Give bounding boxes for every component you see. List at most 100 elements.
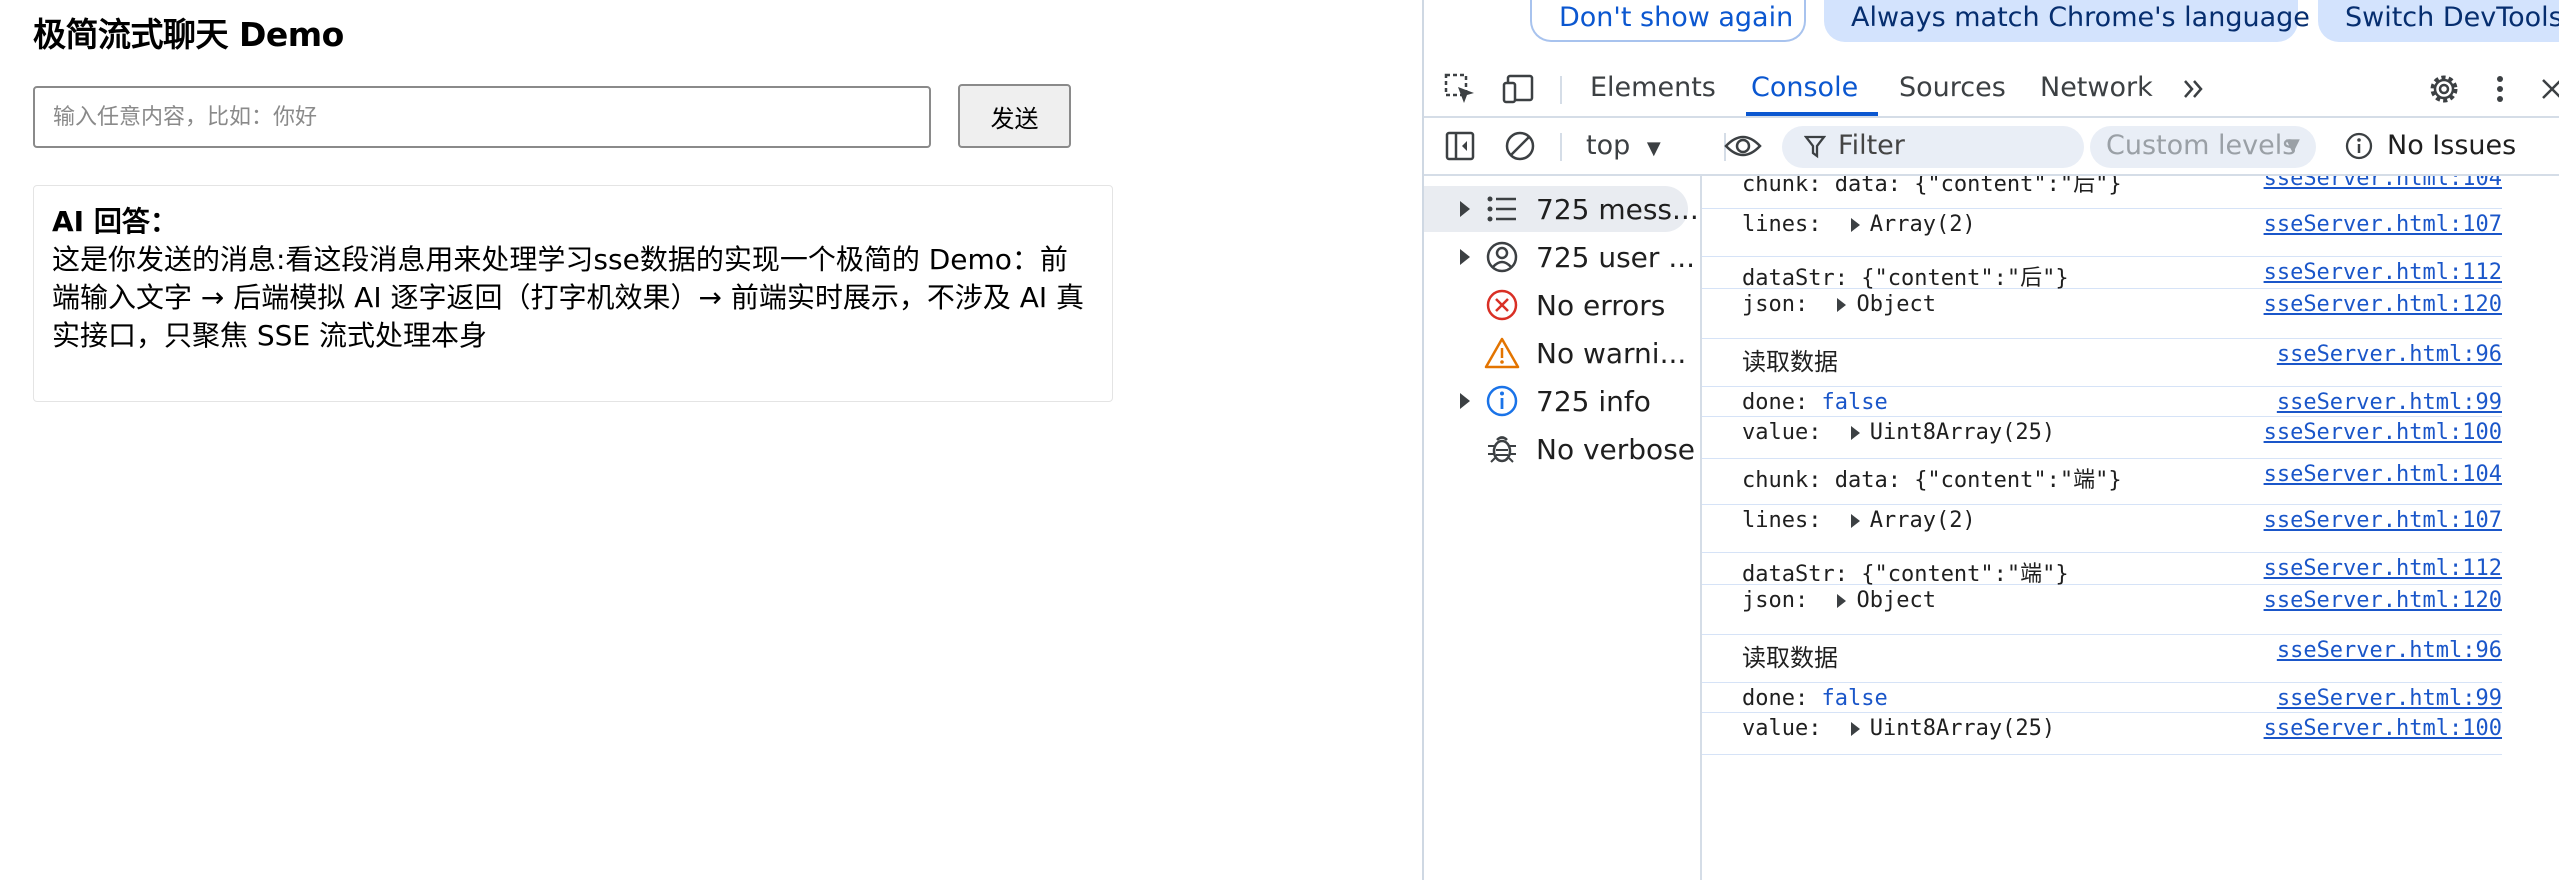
live-expression-eye-icon[interactable] <box>1698 127 1788 165</box>
sidebar-filter-user[interactable]: 725 user ... <box>1424 234 1700 280</box>
console-message-value[interactable]: Object <box>1856 292 1935 317</box>
expand-arrow-icon[interactable] <box>1850 514 1860 528</box>
console-message-text: chunk: data: {"content":"后"} <box>1742 176 2122 198</box>
tab-elements[interactable]: Elements <box>1590 72 1716 103</box>
console-message-text: json: Object <box>1742 292 1936 317</box>
context-selector[interactable]: top ▼ <box>1586 130 1661 161</box>
console-message[interactable]: dataStr: {"content":"后"} sseServer.html:1… <box>1702 256 2502 291</box>
filter-icon <box>1803 135 1827 163</box>
source-link[interactable]: sseServer.html:120 <box>2264 588 2502 613</box>
console-message[interactable]: done: false sseServer.html:99 <box>1702 682 2502 713</box>
always-match-language-button[interactable]: Always match Chrome's language <box>1824 0 2310 42</box>
page-title: 极简流式聊天 Demo <box>33 15 344 54</box>
context-selector-label: top <box>1586 130 1631 161</box>
source-link[interactable]: sseServer.html:107 <box>2264 508 2502 533</box>
sidebar-filter-label: 725 mess... <box>1536 192 1699 226</box>
answer-label: AI 回答： <box>52 205 178 238</box>
source-link[interactable]: sseServer.html:112 <box>2264 556 2502 581</box>
console-message[interactable]: 读取数据 sseServer.html:96 <box>1702 634 2502 683</box>
expand-arrow-icon[interactable] <box>1850 218 1860 232</box>
tab-network[interactable]: Network <box>2040 72 2153 103</box>
settings-gear-icon[interactable] <box>2424 70 2464 108</box>
expand-arrow-icon[interactable] <box>1460 201 1470 217</box>
console-message[interactable]: value: Uint8Array(25) sseServer.html:100 <box>1702 416 2502 459</box>
console-message[interactable]: chunk: data: {"content":"端"} sseServer.ht… <box>1702 458 2502 505</box>
source-link[interactable]: sseServer.html:104 <box>2264 462 2502 487</box>
source-link[interactable]: sseServer.html:96 <box>2277 638 2502 663</box>
console-message-text: lines: Array(2) <box>1742 212 1976 237</box>
console-message-label: chunk: <box>1742 468 1835 493</box>
console-message[interactable]: 读取数据 sseServer.html:96 <box>1702 338 2502 387</box>
console-message-value[interactable]: Object <box>1856 588 1935 613</box>
tab-sources[interactable]: Sources <box>1899 72 2006 103</box>
console-message-value: data: {"content":"端"} <box>1834 468 2122 493</box>
console-message-text: done: false <box>1742 686 1888 711</box>
clear-console-icon[interactable] <box>1500 127 1540 165</box>
console-message-label: done: <box>1742 686 1822 711</box>
tab-console[interactable]: Console <box>1751 72 1858 103</box>
sidebar-filter-info[interactable]: 725 info <box>1424 378 1700 424</box>
expand-arrow-icon[interactable] <box>1850 722 1860 736</box>
sidebar-filter-list[interactable]: 725 mess... <box>1424 186 1699 232</box>
source-link[interactable]: sseServer.html:100 <box>2264 420 2502 445</box>
info-circle-icon[interactable] <box>2339 127 2379 165</box>
expand-arrow-icon[interactable] <box>1460 249 1470 265</box>
message-input[interactable] <box>33 86 931 148</box>
console-message-text: value: Uint8Array(25) <box>1742 420 2055 445</box>
source-link[interactable]: sseServer.html:99 <box>2277 390 2502 415</box>
console-message[interactable]: lines: Array(2) sseServer.html:107 <box>1702 504 2502 553</box>
dont-show-again-button[interactable]: Don't show again <box>1530 0 1806 42</box>
source-link[interactable]: sseServer.html:100 <box>2264 716 2502 741</box>
issues-counter[interactable]: No Issues <box>2387 130 2516 161</box>
console-message[interactable]: json: Object sseServer.html:120 <box>1702 288 2502 339</box>
sidebar-filter-error[interactable]: No errors <box>1424 282 1700 328</box>
console-message-value[interactable]: Array(2) <box>1870 508 1976 533</box>
console-message[interactable]: chunk: data: {"content":"后"} sseServer.ht… <box>1702 176 2502 209</box>
console-message[interactable]: json: Object sseServer.html:120 <box>1702 584 2502 635</box>
send-button[interactable]: 发送 <box>958 84 1071 148</box>
filter-placeholder: Filter <box>1838 130 1905 161</box>
console-message-text: lines: Array(2) <box>1742 508 1976 533</box>
console-message-value[interactable]: Array(2) <box>1870 212 1976 237</box>
user-icon <box>1484 239 1520 275</box>
source-link[interactable]: sseServer.html:112 <box>2264 260 2502 285</box>
console-message-text: chunk: data: {"content":"端"} <box>1742 462 2122 494</box>
console-message-text: 读取数据 <box>1742 638 1838 673</box>
console-message[interactable]: done: false sseServer.html:99 <box>1702 386 2502 417</box>
console-message[interactable]: value: Uint8Array(25) sseServer.html:100 <box>1702 712 2502 755</box>
source-link[interactable]: sseServer.html:99 <box>2277 686 2502 711</box>
more-options-icon[interactable] <box>2480 70 2520 108</box>
console-message-label: chunk: <box>1742 176 1835 197</box>
console-toolbar: top ▼ Filter Custom levels ▼ No Issues <box>1424 118 2559 176</box>
source-link[interactable]: sseServer.html:96 <box>2277 342 2502 367</box>
console-sidebar: 725 mess... 725 user ... No errors No warni… <box>1424 176 1702 880</box>
sidebar-filter-label: No verbose <box>1536 432 1696 466</box>
console-message[interactable]: dataStr: {"content":"端"} sseServer.html:1… <box>1702 552 2502 587</box>
sidebar-toggle-icon[interactable] <box>1440 127 1480 165</box>
switch-devtools-language-button[interactable]: Switch DevTools t <box>2318 0 2559 42</box>
filter-input[interactable]: Filter <box>1782 126 2084 168</box>
expand-arrow-icon[interactable] <box>1850 426 1860 440</box>
console-message-value[interactable]: Uint8Array(25) <box>1870 716 2055 741</box>
source-link[interactable]: sseServer.html:120 <box>2264 292 2502 317</box>
device-toolbar-icon[interactable] <box>1500 70 1540 108</box>
sidebar-filter-warning[interactable]: No warni... <box>1424 330 1700 376</box>
log-levels-dropdown[interactable]: Custom levels ▼ <box>2090 126 2316 168</box>
tabbar-divider <box>1560 76 1562 104</box>
toolbar-divider <box>1560 133 1562 161</box>
expand-arrow-icon[interactable] <box>1837 298 1847 312</box>
source-link[interactable]: sseServer.html:107 <box>2264 212 2502 237</box>
console-message-value: false <box>1821 686 1888 711</box>
console-message-label: 读取数据 <box>1742 348 1838 376</box>
console-message[interactable]: lines: Array(2) sseServer.html:107 <box>1702 208 2502 257</box>
inspect-element-icon[interactable] <box>1440 70 1480 108</box>
error-icon <box>1484 287 1520 323</box>
source-link[interactable]: sseServer.html:104 <box>2264 176 2502 191</box>
sidebar-filter-bug[interactable]: No verbose <box>1424 426 1700 472</box>
close-icon[interactable] <box>2532 70 2559 108</box>
answer-text: 这是你发送的消息:看这段消息用来处理学习sse数据的实现一个极简的 Demo：前… <box>52 243 1085 352</box>
expand-arrow-icon[interactable] <box>1460 393 1470 409</box>
expand-arrow-icon[interactable] <box>1837 594 1847 608</box>
more-tabs-icon[interactable] <box>2174 70 2214 108</box>
console-message-value[interactable]: Uint8Array(25) <box>1870 420 2055 445</box>
